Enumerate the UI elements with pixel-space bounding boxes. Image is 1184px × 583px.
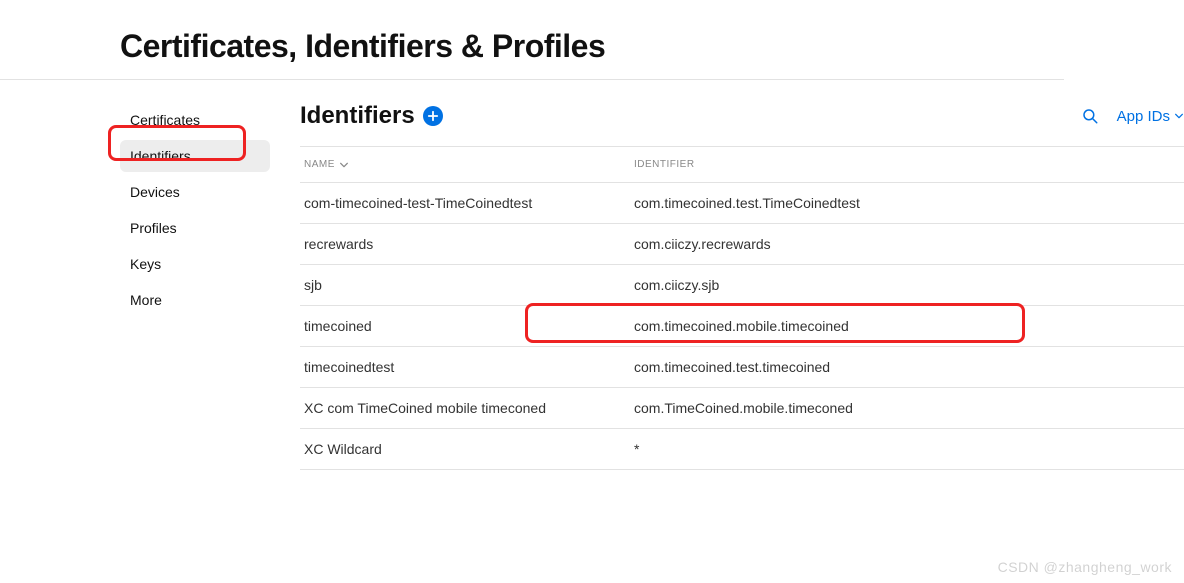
main-wrap: Certificates Identifiers Devices Profiles Ke… (120, 80, 1184, 470)
filter-dropdown[interactable]: App IDs (1117, 108, 1184, 125)
cell-name: com-timecoined-test-TimeCoinedtest (304, 195, 634, 211)
search-icon (1081, 107, 1099, 125)
cell-identifier: * (634, 441, 1184, 457)
search-button[interactable] (1081, 107, 1099, 125)
sidebar-item-profiles[interactable]: Profiles (120, 212, 270, 244)
column-header-identifier-label: IDENTIFIER (634, 159, 695, 170)
identifiers-table: NAME IDENTIFIER com-timecoined-test-Time… (300, 146, 1184, 470)
cell-identifier: com.timecoined.mobile.timecoined (634, 318, 1184, 334)
column-header-identifier[interactable]: IDENTIFIER (634, 159, 1184, 170)
column-header-name[interactable]: NAME (304, 159, 634, 170)
table-body: com-timecoined-test-TimeCoinedtestcom.ti… (300, 183, 1184, 470)
sort-icon (339, 160, 349, 170)
add-identifier-button[interactable] (423, 106, 443, 126)
plus-icon (427, 110, 439, 122)
cell-identifier: com.timecoined.test.TimeCoinedtest (634, 195, 1184, 211)
content-header: Identifiers App IDs (300, 102, 1184, 136)
sidebar-item-devices[interactable]: Devices (120, 176, 270, 208)
column-header-name-label: NAME (304, 159, 335, 170)
page-title: Certificates, Identifiers & Profiles (0, 0, 1064, 80)
cell-name: recrewards (304, 236, 634, 252)
header-right: App IDs (1081, 107, 1184, 125)
cell-identifier: com.timecoined.test.timecoined (634, 359, 1184, 375)
cell-identifier: com.ciiczy.sjb (634, 277, 1184, 293)
cell-name: timecoinedtest (304, 359, 634, 375)
cell-identifier: com.TimeCoined.mobile.timeconed (634, 400, 1184, 416)
table-row[interactable]: timecoinedtestcom.timecoined.test.timeco… (300, 347, 1184, 388)
cell-name: sjb (304, 277, 634, 293)
sidebar-item-identifiers[interactable]: Identifiers (120, 140, 270, 172)
chevron-down-icon (1174, 111, 1184, 121)
table-row[interactable]: recrewardscom.ciiczy.recrewards (300, 224, 1184, 265)
section-title-wrap: Identifiers (300, 102, 443, 130)
cell-name: timecoined (304, 318, 634, 334)
section-title: Identifiers (300, 102, 415, 130)
table-row[interactable]: XC Wildcard* (300, 429, 1184, 470)
table-row[interactable]: com-timecoined-test-TimeCoinedtestcom.ti… (300, 183, 1184, 224)
table-row[interactable]: timecoinedcom.timecoined.mobile.timecoin… (300, 306, 1184, 347)
cell-name: XC com TimeCoined mobile timeconed (304, 400, 634, 416)
table-row[interactable]: sjbcom.ciiczy.sjb (300, 265, 1184, 306)
table-header: NAME IDENTIFIER (300, 146, 1184, 183)
content-area: Identifiers App IDs (270, 102, 1184, 470)
sidebar-item-keys[interactable]: Keys (120, 248, 270, 280)
table-row[interactable]: XC com TimeCoined mobile timeconedcom.Ti… (300, 388, 1184, 429)
cell-name: XC Wildcard (304, 441, 634, 457)
cell-identifier: com.ciiczy.recrewards (634, 236, 1184, 252)
sidebar-item-certificates[interactable]: Certificates (120, 104, 270, 136)
filter-label: App IDs (1117, 108, 1170, 125)
watermark: CSDN @zhangheng_work (998, 559, 1172, 575)
sidebar: Certificates Identifiers Devices Profiles Ke… (120, 102, 270, 470)
sidebar-item-more[interactable]: More (120, 284, 270, 316)
